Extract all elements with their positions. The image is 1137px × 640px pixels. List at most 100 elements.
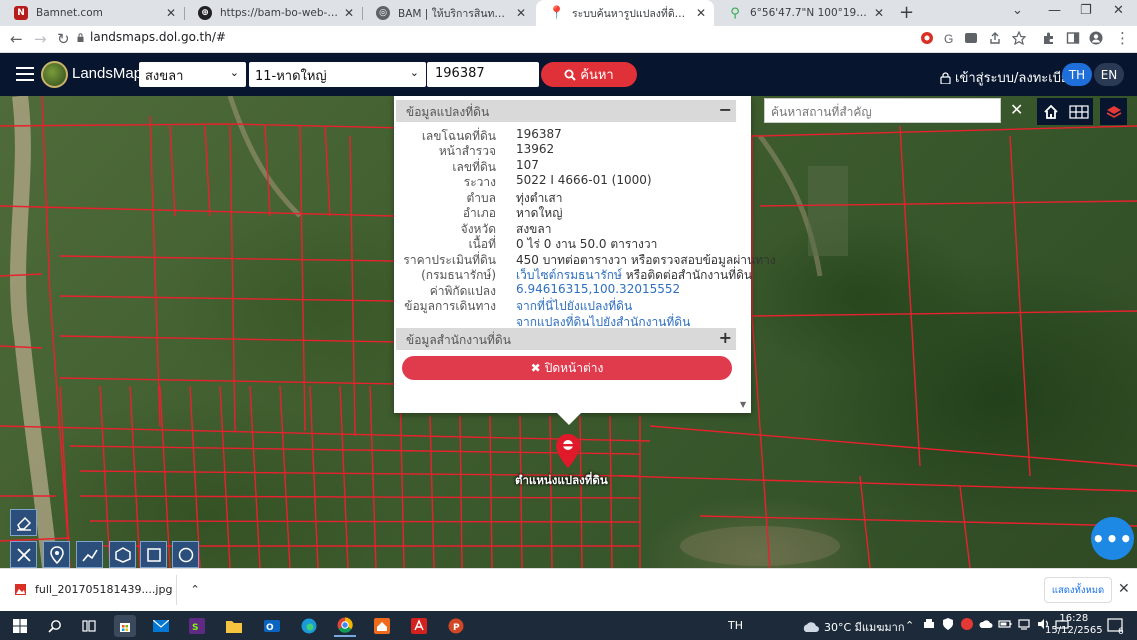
network-icon[interactable] <box>1017 617 1031 631</box>
store-icon[interactable] <box>114 615 136 637</box>
address-bar: ← → ↻ landsmaps.dol.go.th/# G ⋮ <box>0 26 1137 53</box>
minimize-button[interactable]: — <box>1048 3 1061 18</box>
antivirus-icon[interactable] <box>960 617 974 631</box>
kebab-menu-icon[interactable]: ⋮ <box>1115 29 1130 47</box>
close-tab-icon[interactable]: ✕ <box>696 6 706 20</box>
url-field[interactable]: landsmaps.dol.go.th/# <box>90 30 226 44</box>
eraser-tool-icon[interactable] <box>10 509 37 536</box>
bookmark-star-icon[interactable] <box>1012 31 1026 45</box>
printer-icon[interactable] <box>922 617 936 631</box>
close-download-bar-icon[interactable]: ✕ <box>1118 581 1130 597</box>
district-select[interactable]: 11-หาดใหญ่ ⌄ <box>249 62 426 87</box>
maximize-button[interactable]: ❐ <box>1080 3 1092 18</box>
show-all-button[interactable]: แสดงทั้งหมด <box>1044 577 1112 603</box>
scroll-down-icon[interactable]: ▼ <box>740 400 746 409</box>
google-icon[interactable]: G <box>942 31 956 45</box>
tab-search-icon[interactable]: ⌄ <box>1012 3 1023 18</box>
lang-en-button[interactable]: EN <box>1094 63 1124 86</box>
new-tab-button[interactable]: + <box>899 2 914 23</box>
clear-tools-icon[interactable] <box>10 541 37 568</box>
login-register-link[interactable]: เข้าสู่ระบบ/ลงทะเบียน <box>940 67 1077 88</box>
close-icon: ✖ <box>530 361 541 375</box>
battery-icon[interactable] <box>998 617 1012 631</box>
collapse-icon[interactable]: − <box>719 100 732 119</box>
point-tool-icon[interactable] <box>43 541 70 568</box>
browser-tab[interactable]: ◎ BAM | ให้บริการสินทรัพย์ด้านอสังหาริ..… <box>362 0 534 26</box>
browser-tab[interactable]: ⊕ https://bam-bo-web-prd.bam.co... ✕ <box>184 0 362 26</box>
search-button[interactable]: ค้นหา <box>541 62 637 87</box>
treasury-website-link[interactable]: เว็บไซต์กรมธนารักษ์ <box>516 268 622 282</box>
input-language[interactable]: TH <box>728 619 743 632</box>
close-tab-icon[interactable]: ✕ <box>516 6 526 20</box>
hamburger-menu-icon[interactable] <box>16 67 34 81</box>
side-panel-icon[interactable] <box>1066 31 1080 45</box>
land-office-header[interactable]: ข้อมูลสำนักงานที่ดิน + <box>396 328 736 350</box>
expand-icon[interactable]: + <box>719 328 732 347</box>
globe-icon: ⊕ <box>198 6 212 20</box>
chrome-icon[interactable] <box>334 615 356 637</box>
more-options-button[interactable]: ••• <box>1091 517 1134 560</box>
browser-tab[interactable]: N Bamnet.com ✕ <box>0 0 184 26</box>
edge-icon[interactable] <box>298 615 320 637</box>
extensions-puzzle-icon[interactable] <box>1042 31 1056 45</box>
grid-layer-icon[interactable] <box>1064 98 1093 125</box>
lang-th-button[interactable]: TH <box>1062 63 1092 86</box>
chevron-up-icon[interactable]: ⌃ <box>190 583 199 596</box>
system-clock[interactable]: 16:28 15/12/2565 <box>1045 613 1103 637</box>
download-item[interactable]: full_201705181439....jpg ⌃ <box>14 583 200 596</box>
line-measure-tool-icon[interactable] <box>76 541 103 568</box>
acrobat-icon[interactable] <box>408 615 430 637</box>
home-app-icon[interactable] <box>371 615 393 637</box>
outlook-icon[interactable]: O <box>261 615 283 637</box>
download-bar: full_201705181439....jpg ⌃ แสดงทั้งหมด ✕ <box>0 568 1137 611</box>
google-maps-icon: ⚲ <box>730 5 740 21</box>
close-window-button[interactable]: ✖ ปิดหน้าต่าง <box>402 356 732 380</box>
extension-icon[interactable] <box>920 31 934 45</box>
taskbar: S O P TH 30°C มีแมฆมาก ⌃ 16:28 15/12/256… <box>0 611 1137 640</box>
notifications-icon[interactable]: 6 <box>1105 615 1127 637</box>
browser-tab[interactable]: ⚲ 6°56'47.7"N 100°19'07.7"E - Goo... ✕ <box>714 0 892 26</box>
province-select[interactable]: สงขลา ⌄ <box>139 62 246 87</box>
window-close-button[interactable]: ✕ <box>1113 3 1124 18</box>
back-arrow-icon[interactable]: ← <box>10 30 23 48</box>
powerpoint-icon[interactable]: P <box>445 615 467 637</box>
bam-icon: ◎ <box>376 6 390 20</box>
file-explorer-icon[interactable] <box>223 615 245 637</box>
weather-widget[interactable]: 30°C มีแมฆมาก <box>802 618 905 636</box>
lock-icon[interactable] <box>76 33 85 42</box>
close-tab-icon[interactable]: ✕ <box>166 6 176 20</box>
landmark-search-input[interactable]: ค้นหาสถานที่สำคัญ <box>764 98 1001 123</box>
layers-icon[interactable] <box>1100 98 1127 125</box>
forward-arrow-icon[interactable]: → <box>34 30 47 48</box>
clear-search-icon[interactable]: ✕ <box>1010 100 1023 119</box>
info-row-area: เนื้อที่ 0 ไร่ 0 งาน 50.0 ตารางวา <box>468 237 658 251</box>
show-hidden-icons[interactable]: ⌃ <box>905 619 914 632</box>
app-icon[interactable]: S <box>186 615 208 637</box>
circle-tool-icon[interactable] <box>172 541 199 568</box>
home-icon[interactable] <box>1037 98 1064 125</box>
reload-icon[interactable]: ↻ <box>57 30 70 48</box>
popup-pointer <box>556 412 582 425</box>
polygon-tool-icon[interactable] <box>109 541 136 568</box>
location-marker-icon[interactable] <box>555 433 581 469</box>
search-icon[interactable] <box>44 615 66 637</box>
translate-icon[interactable] <box>964 31 978 45</box>
close-tab-icon[interactable]: ✕ <box>344 6 354 20</box>
browser-tab-active[interactable]: 📍 ระบบค้นหารูปแปลงที่ดิน (LandsMaps) ✕ <box>536 0 714 26</box>
windows-start-icon[interactable] <box>9 615 31 637</box>
mail-icon[interactable] <box>150 615 172 637</box>
share-icon[interactable] <box>988 31 1002 45</box>
task-view-icon[interactable] <box>78 615 100 637</box>
close-tab-icon[interactable]: ✕ <box>874 6 884 20</box>
rectangle-tool-icon[interactable] <box>140 541 167 568</box>
parcel-info-header[interactable]: ข้อมูลแปลงที่ดิน − <box>396 100 736 122</box>
chevron-down-icon: ⌄ <box>229 66 239 79</box>
coordinates-link[interactable]: 6.94616315,100.32015552 <box>516 282 680 296</box>
bamnet-icon: N <box>14 6 28 20</box>
security-icon[interactable] <box>941 617 955 631</box>
lock-icon <box>940 71 951 84</box>
info-row-treasury: (กรมธนารักษ์) เว็บไซต์กรมธนารักษ์ หรือติ… <box>421 268 753 282</box>
cloud-sync-icon[interactable] <box>979 617 993 631</box>
parcel-number-input[interactable]: 196387 <box>427 62 539 87</box>
profile-avatar-icon[interactable] <box>1089 31 1103 45</box>
